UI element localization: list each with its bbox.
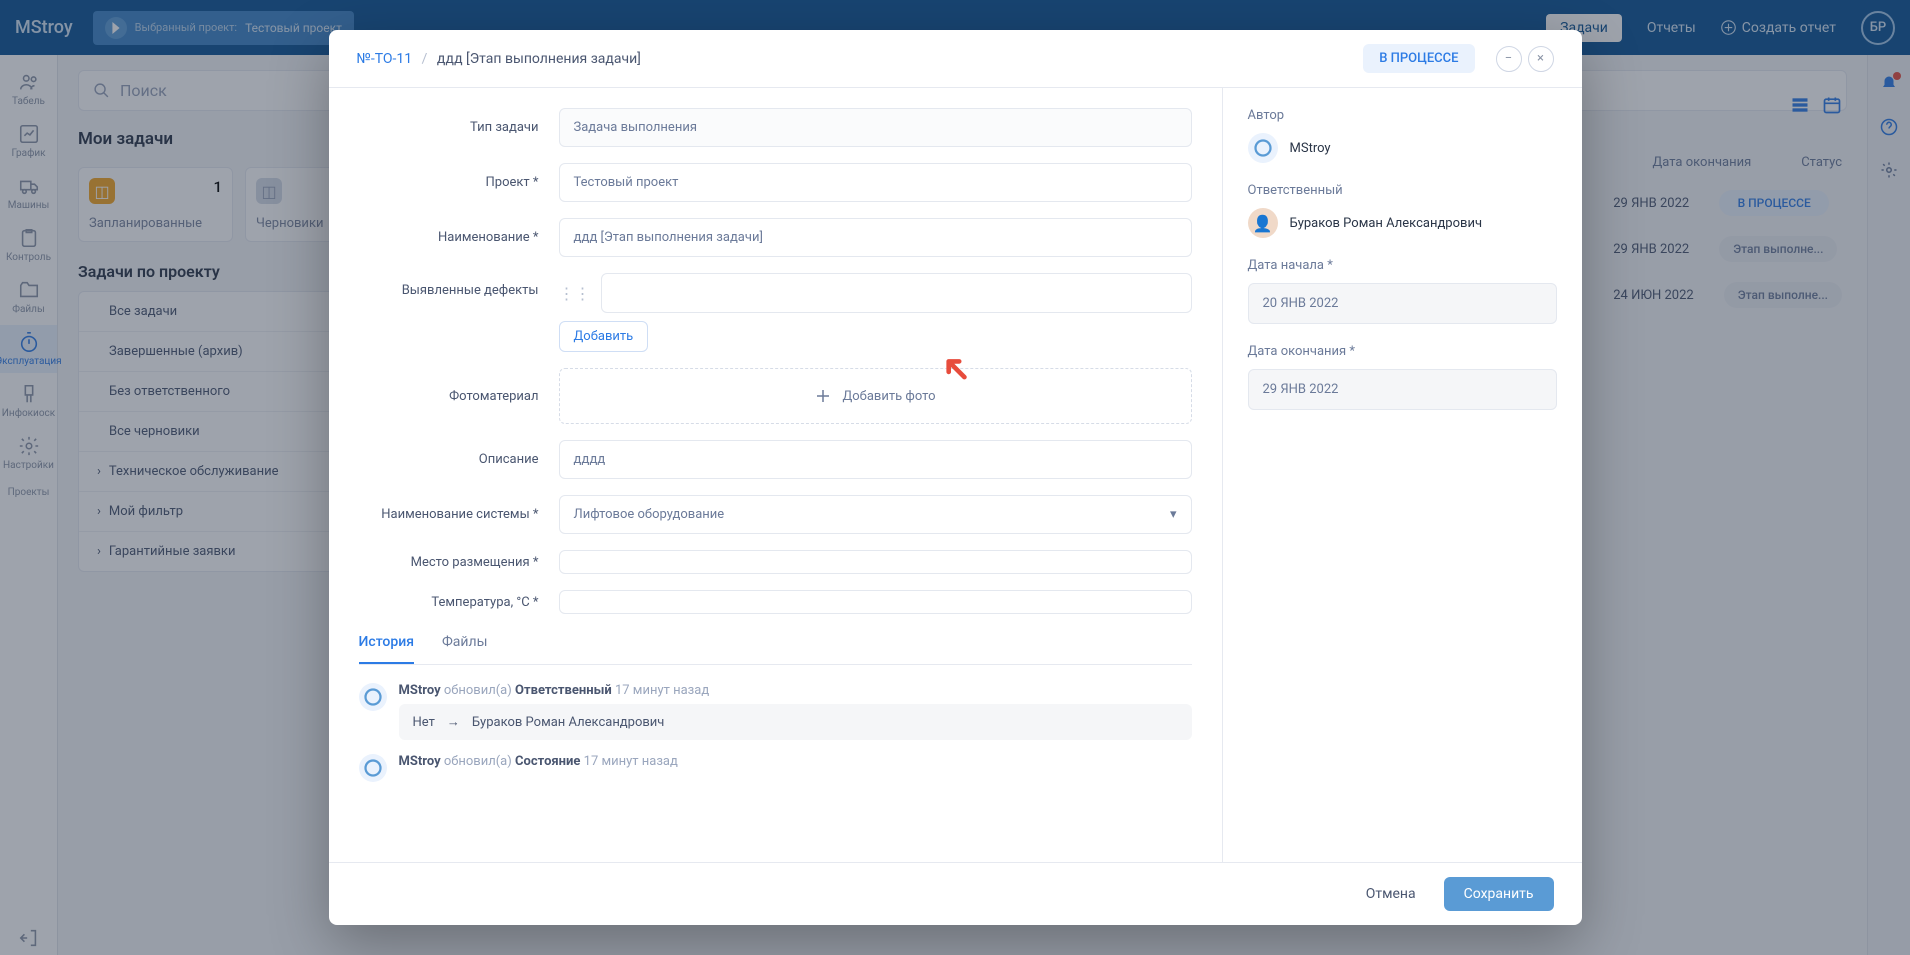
temp-field[interactable]: [559, 590, 1192, 614]
start-date-field[interactable]: 20 ЯНВ 2022: [1248, 283, 1557, 324]
task-modal: №-TO-11 / ддд [Этап выполнения задачи] В…: [329, 30, 1582, 925]
avatar-icon: [1248, 133, 1278, 163]
system-select[interactable]: Лифтовое оборудование▾: [559, 495, 1192, 534]
responsible-row[interactable]: 👤Бураков Роман Александрович: [1248, 208, 1557, 238]
defect-field[interactable]: [601, 273, 1192, 313]
arrow-right-icon: →: [447, 714, 460, 730]
modal-overlay: №-TO-11 / ддд [Этап выполнения задачи] В…: [0, 0, 1910, 955]
history-item: MStroy обновил(а) Ответственный 17 минут…: [359, 683, 1192, 740]
avatar-icon: 👤: [1248, 208, 1278, 238]
author-row: MStroy: [1248, 133, 1557, 163]
project-field[interactable]: Тестовый проект: [559, 163, 1192, 202]
add-photo-button[interactable]: Добавить фото ➜: [559, 368, 1192, 424]
avatar-icon: [359, 754, 387, 782]
drag-icon[interactable]: ⋮⋮: [559, 284, 591, 303]
chevron-down-icon: ▾: [1170, 507, 1177, 522]
close-button[interactable]: ×: [1528, 46, 1554, 72]
name-field[interactable]: ддд [Этап выполнения задачи]: [559, 218, 1192, 257]
tab-files[interactable]: Файлы: [442, 634, 487, 664]
end-date-field[interactable]: 29 ЯНВ 2022: [1248, 369, 1557, 410]
place-field[interactable]: [559, 550, 1192, 574]
task-type-field: Задача выполнения: [559, 108, 1192, 147]
task-number-link[interactable]: №-TO-11: [357, 51, 413, 67]
tab-history[interactable]: История: [359, 634, 414, 664]
plus-icon: [814, 387, 832, 405]
add-defect-button[interactable]: Добавить: [559, 321, 649, 352]
avatar-icon: [359, 683, 387, 711]
cancel-button[interactable]: Отмена: [1348, 877, 1434, 911]
save-button[interactable]: Сохранить: [1444, 877, 1554, 911]
history-item: MStroy обновил(а) Состояние 17 минут наз…: [359, 754, 1192, 782]
breadcrumb: №-TO-11 / ддд [Этап выполнения задачи]: [357, 51, 641, 67]
minimize-button[interactable]: −: [1496, 46, 1522, 72]
status-badge: В ПРОЦЕССЕ: [1363, 44, 1474, 73]
description-field[interactable]: дддд: [559, 440, 1192, 479]
